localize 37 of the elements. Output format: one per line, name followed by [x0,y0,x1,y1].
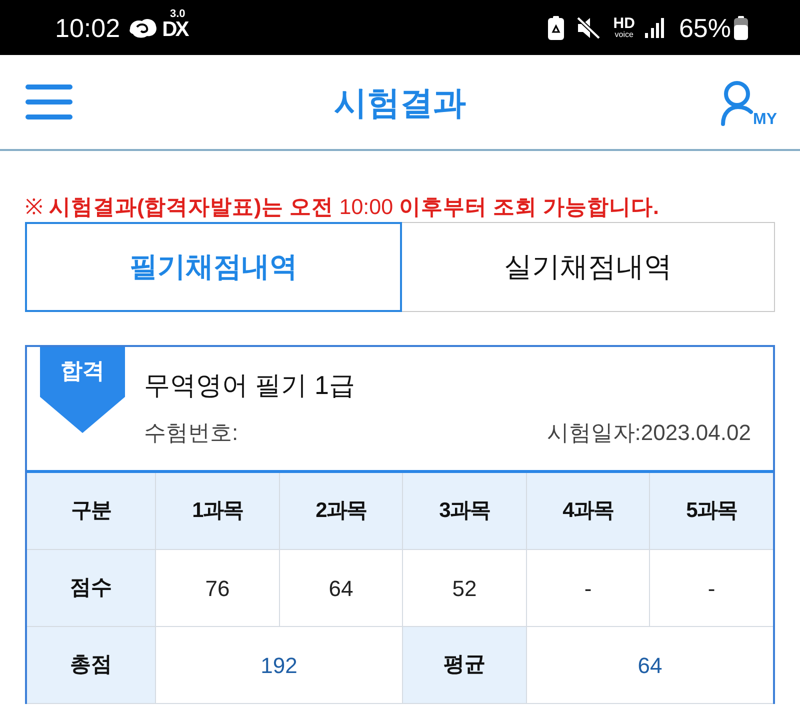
menu-button[interactable] [25,84,73,120]
battery-percent: 65% [678,14,731,40]
network-type-label: DX [162,20,188,40]
column-header: 2과목 [280,473,403,550]
hd-label: HD [613,16,635,31]
summary-value: 192 [156,627,403,704]
notice-text: ※ 시험결과(합격자발표)는 오전 10:00 이후부터 조회 가능합니다. [25,194,659,221]
column-header: 구분 [27,473,156,550]
score-cell: - [527,550,650,627]
score-cell: 76 [156,550,280,627]
exam-title: 무역영어 필기 1급 [144,369,355,402]
voice-label: voice [614,31,634,39]
page-title: 시험결과 [334,86,466,118]
swirl-icon [128,16,158,38]
my-page-button[interactable]: MY [720,80,777,126]
user-icon [720,80,753,126]
column-header: 3과목 [403,473,527,550]
score-cell: 64 [280,550,403,627]
row-header: 점수 [27,550,156,627]
menu-icon [25,84,73,120]
mute-icon [576,16,602,40]
tab[interactable]: 필기채점내역 [25,222,402,312]
clock-time: 10:02 [55,14,120,40]
signal-icon [644,18,665,38]
network-version-label: 3.0 [170,9,186,20]
column-header: 5과목 [650,473,773,550]
tab[interactable]: 실기채점내역 [402,222,775,312]
score-cell: 52 [403,550,527,627]
exam-date: 시험일자:2023.04.02 [546,419,751,447]
battery-saver-icon [548,16,564,40]
row-header: 평균 [403,627,527,704]
column-header: 4과목 [527,473,650,550]
row-header: 총점 [27,627,156,704]
pass-badge: 합격 [40,347,125,433]
battery-icon [734,16,748,40]
exam-number-label: 수험번호: [144,419,238,447]
column-header: 1과목 [156,473,280,550]
